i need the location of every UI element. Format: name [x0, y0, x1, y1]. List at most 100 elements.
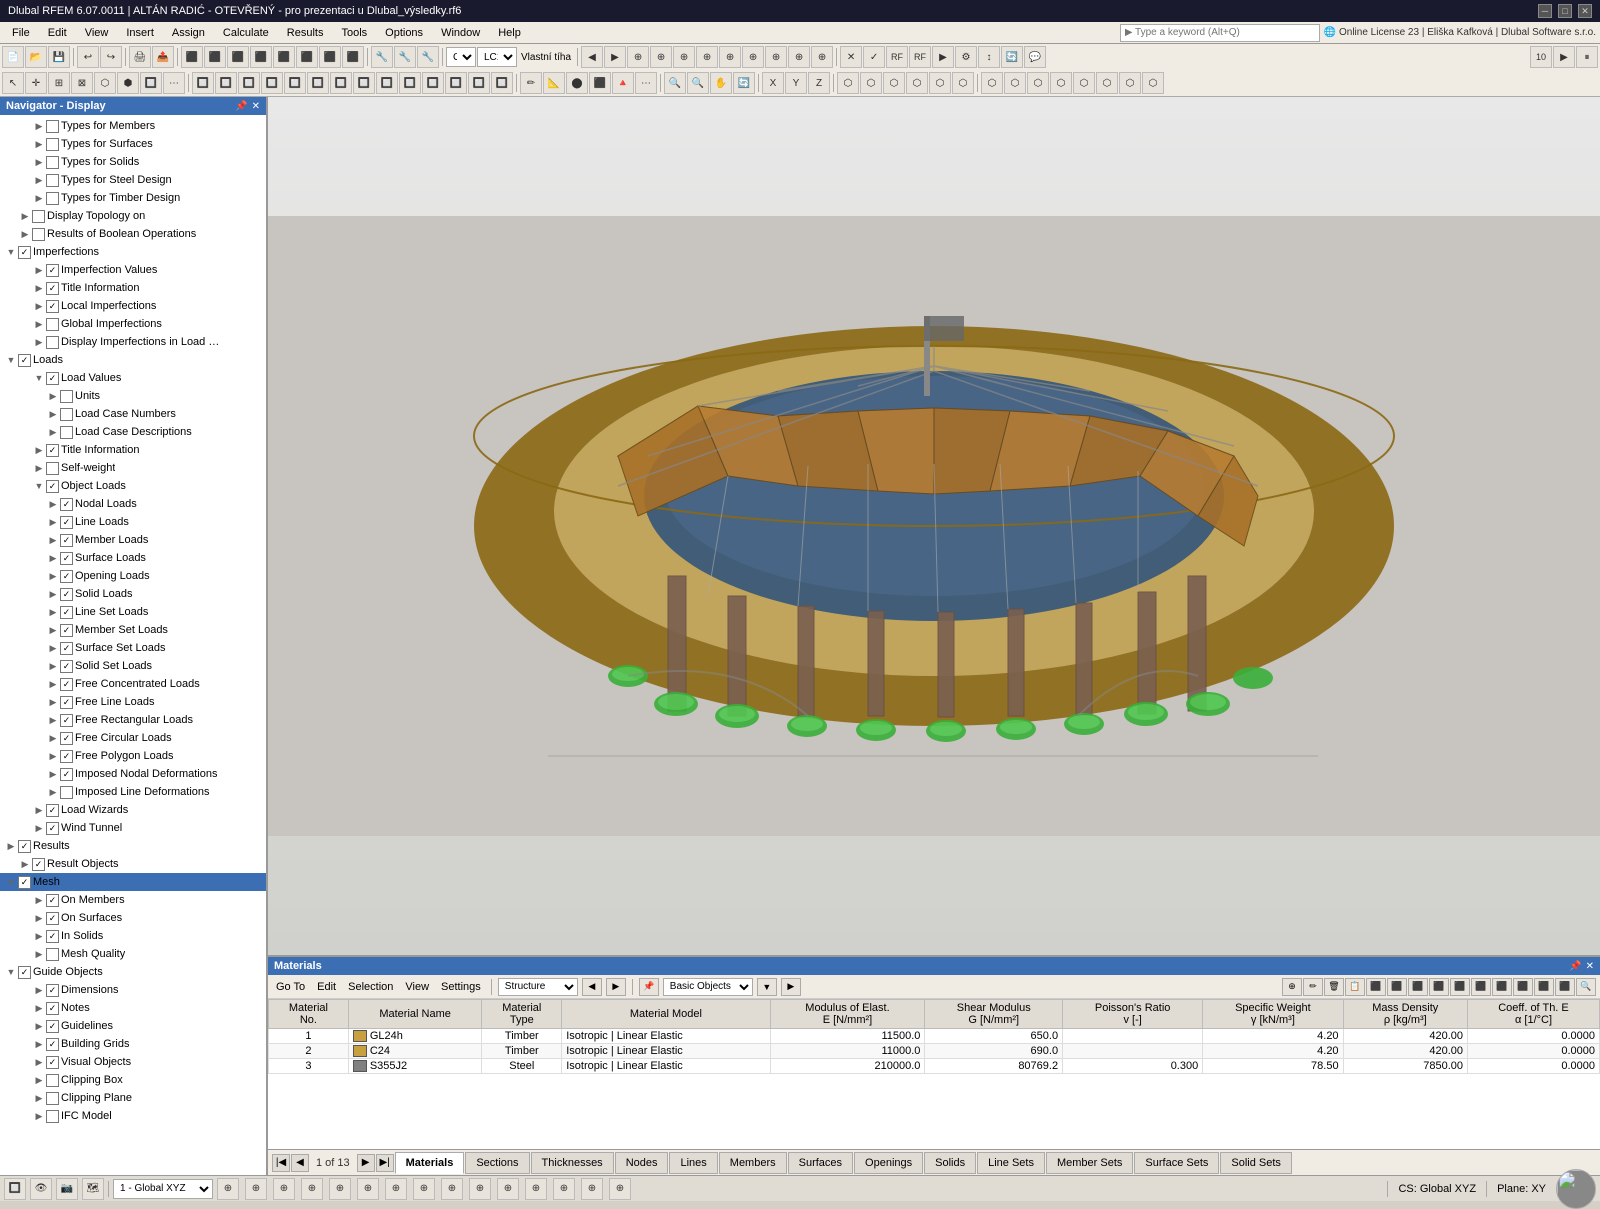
checkbox-mesh[interactable]	[18, 876, 31, 889]
checkbox-notes[interactable]	[46, 1002, 59, 1015]
tb2-c7[interactable]: 🔲	[330, 72, 352, 94]
navigator-tree[interactable]: ▶Types for Members▶Types for Surfaces▶Ty…	[0, 115, 266, 1175]
tab-last-button[interactable]: ▶|	[376, 1154, 394, 1172]
checkbox-line-set-loads[interactable]	[60, 606, 73, 619]
checkbox-types-solids[interactable]	[46, 156, 59, 169]
tb-d10[interactable]: ⊕	[788, 46, 810, 68]
expander-visual-objects[interactable]: ▶	[32, 1055, 46, 1069]
tb2-b4[interactable]: ⬢	[117, 72, 139, 94]
expander-guide-objects[interactable]: ▼	[4, 965, 18, 979]
expander-display-imperfections[interactable]: ▶	[32, 335, 46, 349]
tree-item-imposed-line[interactable]: ▶Imposed Line Deformations	[0, 783, 266, 801]
tree-item-imposed-nodal[interactable]: ▶Imposed Nodal Deformations	[0, 765, 266, 783]
tb-c3[interactable]: 🔧	[417, 46, 439, 68]
expander-notes[interactable]: ▶	[32, 1001, 46, 1015]
expander-results-boolean[interactable]: ▶	[18, 227, 32, 241]
tree-item-mesh[interactable]: ▼Mesh	[0, 873, 266, 891]
checkbox-imperfections[interactable]	[18, 246, 31, 259]
expander-free-concentrated[interactable]: ▶	[46, 677, 60, 691]
tree-item-load-case-numbers[interactable]: ▶Load Case Numbers	[0, 405, 266, 423]
status-tb12[interactable]: ⊕	[525, 1178, 547, 1200]
tree-item-title-info-imp[interactable]: ▶Title Information	[0, 279, 266, 297]
expander-ifc-model[interactable]: ▶	[32, 1109, 46, 1123]
tab-thicknesses[interactable]: Thicknesses	[531, 1152, 614, 1174]
action-btn-4[interactable]: 📋	[1345, 978, 1365, 996]
expander-global-imperfections[interactable]: ▶	[32, 317, 46, 331]
tb-print[interactable]: 🖨	[129, 46, 151, 68]
tb-undo[interactable]: ↩	[77, 46, 99, 68]
tb2-d2[interactable]: 📐	[543, 72, 565, 94]
tb-b8[interactable]: ⬛	[342, 46, 364, 68]
checkbox-clipping-plane[interactable]	[46, 1092, 59, 1105]
checkbox-load-case-numbers[interactable]	[60, 408, 73, 421]
status-tb8[interactable]: ⊕	[413, 1178, 435, 1200]
tb2-b1[interactable]: ⊞	[48, 72, 70, 94]
filter-opts-button[interactable]: ▼	[757, 978, 777, 996]
tb-10[interactable]: 10	[1530, 46, 1552, 68]
status-tb14[interactable]: ⊕	[581, 1178, 603, 1200]
action-btn-6[interactable]: ⬛	[1387, 978, 1407, 996]
tb2-b5[interactable]: 🔲	[140, 72, 162, 94]
expander-imposed-nodal[interactable]: ▶	[46, 767, 60, 781]
expander-free-polygon[interactable]: ▶	[46, 749, 60, 763]
checkbox-local-imperfections[interactable]	[46, 300, 59, 313]
expander-wind-tunnel[interactable]: ▶	[32, 821, 46, 835]
checkbox-clipping-box[interactable]	[46, 1074, 59, 1087]
checkbox-solid-loads[interactable]	[60, 588, 73, 601]
checkbox-free-rectangular[interactable]	[60, 714, 73, 727]
settings-button[interactable]: Settings	[437, 980, 485, 994]
tb2-f2[interactable]: ⬡	[1004, 72, 1026, 94]
goto-button[interactable]: Go To	[272, 980, 309, 994]
tree-item-member-loads[interactable]: ▶Member Loads	[0, 531, 266, 549]
tb2-f7[interactable]: ⬡	[1119, 72, 1141, 94]
viewport-3d[interactable]	[268, 97, 1600, 955]
tree-item-types-steel[interactable]: ▶Types for Steel Design	[0, 171, 266, 189]
expander-types-timber[interactable]: ▶	[32, 191, 46, 205]
expander-results[interactable]: ▶	[4, 839, 18, 853]
tb-rf1[interactable]: RF	[886, 46, 908, 68]
tb2-f6[interactable]: ⬡	[1096, 72, 1118, 94]
tab-nodes[interactable]: Nodes	[615, 1152, 669, 1174]
tb2-f5[interactable]: ⬡	[1073, 72, 1095, 94]
expander-self-weight[interactable]: ▶	[32, 461, 46, 475]
expander-loads[interactable]: ▼	[4, 353, 18, 367]
expander-mesh-quality[interactable]: ▶	[32, 947, 46, 961]
action-btn-3[interactable]: 🗑	[1324, 978, 1344, 996]
tree-item-solid-loads[interactable]: ▶Solid Loads	[0, 585, 266, 603]
selection-button[interactable]: Selection	[344, 980, 397, 994]
action-btn-7[interactable]: ⬛	[1408, 978, 1428, 996]
expander-object-loads[interactable]: ▼	[32, 479, 46, 493]
checkbox-units[interactable]	[60, 390, 73, 403]
tree-item-results[interactable]: ▶Results	[0, 837, 266, 855]
tb-d5[interactable]: ⊕	[673, 46, 695, 68]
tb2-d1[interactable]: ✏	[520, 72, 542, 94]
status-tb9[interactable]: ⊕	[441, 1178, 463, 1200]
menu-view[interactable]: View	[77, 25, 117, 41]
action-btn-11[interactable]: ⬛	[1492, 978, 1512, 996]
tree-item-member-set-loads[interactable]: ▶Member Set Loads	[0, 621, 266, 639]
menu-tools[interactable]: Tools	[333, 25, 375, 41]
tab-member-sets[interactable]: Member Sets	[1046, 1152, 1133, 1174]
tree-item-self-weight[interactable]: ▶Self-weight	[0, 459, 266, 477]
tb2-c8[interactable]: 🔲	[353, 72, 375, 94]
tab-solid-sets[interactable]: Solid Sets	[1220, 1152, 1292, 1174]
tb-d9[interactable]: ⊕	[765, 46, 787, 68]
tree-item-load-case-desc[interactable]: ▶Load Case Descriptions	[0, 423, 266, 441]
expander-clipping-box[interactable]: ▶	[32, 1073, 46, 1087]
tb-d4[interactable]: ⊕	[650, 46, 672, 68]
expander-title-info-loads[interactable]: ▶	[32, 443, 46, 457]
tb2-d4[interactable]: ⬛	[589, 72, 611, 94]
tree-item-results-boolean[interactable]: ▶Results of Boolean Operations	[0, 225, 266, 243]
tb-anim1[interactable]: ▶	[1553, 46, 1575, 68]
expander-free-rectangular[interactable]: ▶	[46, 713, 60, 727]
tb2-zoom-out[interactable]: 🔍	[687, 72, 709, 94]
status-cam-icon[interactable]: 📷	[56, 1178, 78, 1200]
tb2-cross[interactable]: ✛	[25, 72, 47, 94]
tb-b2[interactable]: ⬛	[204, 46, 226, 68]
checkbox-load-values[interactable]	[46, 372, 59, 385]
tb2-c5[interactable]: 🔲	[284, 72, 306, 94]
status-tb4[interactable]: ⊕	[301, 1178, 323, 1200]
tree-item-types-timber[interactable]: ▶Types for Timber Design	[0, 189, 266, 207]
tb-anim2[interactable]: ⏸	[1576, 46, 1598, 68]
tb-export[interactable]: 📤	[152, 46, 174, 68]
